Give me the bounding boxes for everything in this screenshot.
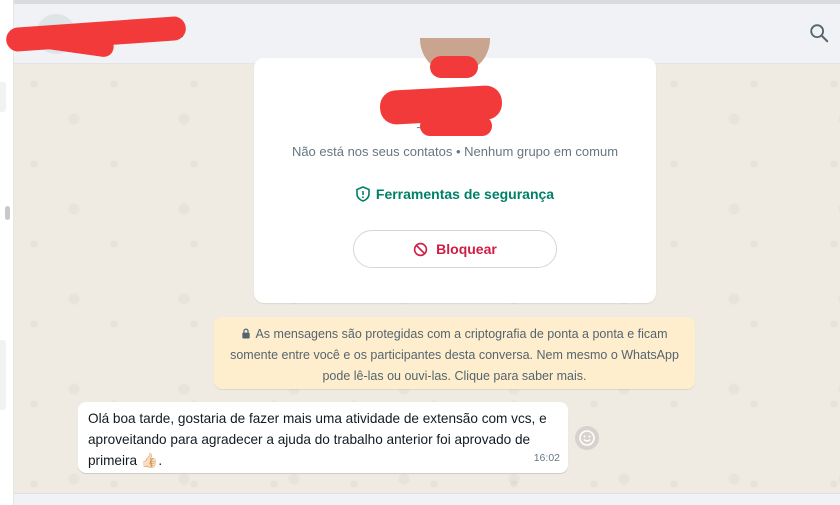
react-button[interactable] — [575, 426, 599, 450]
encryption-text-1: As mensagens são protegidas com a cripto… — [255, 327, 668, 341]
block-button[interactable]: Bloquear — [353, 230, 557, 268]
search-button[interactable] — [808, 22, 830, 44]
emoji-smile-icon — [579, 430, 595, 446]
safety-tools-button[interactable]: Ferramentas de segurança — [254, 186, 656, 202]
message-period: . — [158, 453, 163, 468]
message-line-1: Olá boa tarde, gostaria de fazer mais um… — [88, 411, 547, 426]
block-label: Bloquear — [436, 241, 497, 257]
message-composer[interactable] — [14, 493, 840, 505]
redaction-mark — [430, 56, 478, 78]
contact-status-text: Não está nos seus contatos • Nenhum grup… — [291, 144, 619, 159]
lock-icon — [242, 328, 251, 339]
encryption-notice[interactable]: As mensagens são protegidas com a cripto… — [214, 317, 695, 389]
message-line-3: primeira 👍🏻. — [88, 450, 558, 471]
block-icon — [413, 242, 428, 257]
chat-list-item-edge[interactable] — [0, 82, 6, 112]
encryption-line-2: somente entre você e os participantes de… — [230, 348, 679, 362]
encryption-line-3: pode lê-las ou ouvi-las. Clique para sab… — [322, 369, 587, 383]
thumbs-up-emoji: 👍🏻 — [140, 452, 159, 468]
encryption-line-1: As mensagens são protegidas com a cripto… — [224, 324, 685, 345]
chat-list-edge — [0, 0, 14, 505]
contact-info-card: +5 922 ~ Não está nos seus contatos • Ne… — [254, 38, 656, 303]
incoming-message[interactable]: Olá boa tarde, gostaria de fazer mais um… — [78, 402, 568, 473]
search-icon — [810, 24, 829, 43]
message-text-end: primeira — [88, 453, 138, 468]
shield-icon — [356, 186, 370, 202]
chat-list-scrollbar[interactable] — [5, 206, 10, 220]
message-time: 16:02 — [533, 452, 560, 464]
chat-list-item-edge[interactable] — [0, 340, 6, 410]
safety-tools-label: Ferramentas de segurança — [375, 186, 555, 202]
chat-area[interactable]: +5 922 ~ Não está nos seus contatos • Ne… — [14, 38, 840, 493]
message-line-2: aproveitando para agradecer a ajuda do t… — [88, 432, 531, 447]
redaction-mark — [420, 116, 492, 136]
